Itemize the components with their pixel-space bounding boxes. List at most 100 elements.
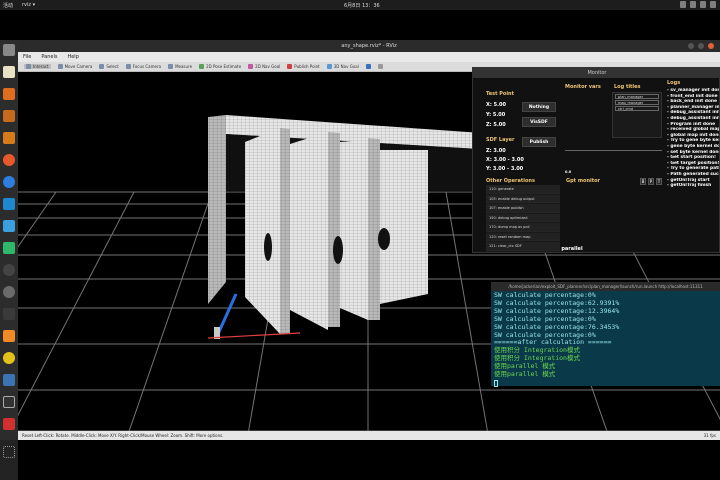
vscode-icon[interactable]: [3, 198, 15, 210]
logs-heading: Logs: [667, 80, 681, 86]
software-icon[interactable]: [3, 88, 15, 100]
log-title-item[interactable]: map_manager: [615, 100, 659, 105]
focus-camera-icon: [125, 64, 131, 69]
terminal-cursor: [494, 379, 498, 387]
log-line: - sv_manager init done: [667, 88, 719, 93]
power-icon[interactable]: [710, 1, 716, 8]
minimize-button[interactable]: [688, 43, 694, 49]
logs-list: - sv_manager init done - front_end init …: [667, 88, 719, 189]
test-point-y: Y: 5.00: [486, 112, 506, 118]
log-line: - received global map: [667, 127, 719, 133]
log-line: - getOnlTraj finish: [667, 183, 712, 189]
gpm-button-p[interactable]: P: [648, 178, 654, 185]
dock: [0, 40, 18, 440]
notes-icon[interactable]: [3, 66, 15, 78]
system-tray[interactable]: [680, 1, 716, 8]
battery-icon[interactable]: [700, 1, 706, 8]
firefox-icon[interactable]: [3, 154, 15, 166]
list-item[interactable]: 110: generate: [486, 185, 560, 194]
monitor-titlebar[interactable]: Monitor: [473, 68, 720, 78]
volume-icon[interactable]: [690, 1, 696, 8]
gpt-monitor-heading: Gpt monitor: [566, 178, 601, 184]
remote-desktop-icon[interactable]: [3, 220, 15, 232]
plus-icon: [365, 64, 371, 69]
terminal-window[interactable]: /home/jackerian/exploit_SDF_planner/src/…: [491, 282, 720, 387]
app-menu[interactable]: rviz ▾: [22, 2, 35, 8]
list-item[interactable]: 150: debug optimized: [486, 213, 560, 222]
move-camera-icon: [57, 64, 63, 69]
dock-bottom: [0, 440, 18, 480]
rviz-icon[interactable]: [3, 396, 15, 408]
log-line: - gene byte kernel done: [667, 143, 719, 149]
show-apps-icon[interactable]: [3, 446, 15, 458]
3d-nav-goal-icon: [326, 64, 332, 69]
tool-remove[interactable]: [377, 64, 383, 69]
nothing-button[interactable]: Nothing: [522, 102, 556, 112]
activities-button[interactable]: 活动: [3, 2, 13, 9]
app-icon-red[interactable]: [3, 418, 15, 430]
gpm-button-t[interactable]: T: [656, 178, 662, 185]
list-item[interactable]: 120: reset random map: [486, 232, 560, 241]
chrome-icon[interactable]: [3, 176, 15, 188]
nav-goal-icon: [248, 64, 254, 69]
tool-add[interactable]: [365, 64, 371, 69]
archive-icon[interactable]: [3, 110, 15, 122]
settings-icon[interactable]: [3, 286, 15, 298]
fps-counter: 31 fps: [703, 433, 716, 438]
terminal-titlebar[interactable]: /home/jackerian/exploit_SDF_planner/src/…: [491, 282, 720, 291]
parallel-tab[interactable]: parallel: [472, 246, 672, 255]
tool-publish-point[interactable]: Publish Point: [287, 64, 320, 69]
top-panel: 活动 rviz ▾ 6月8日 13：36: [0, 0, 720, 10]
menu-file[interactable]: File: [23, 54, 31, 60]
measure-icon: [168, 64, 174, 69]
tool-3d-nav-goal[interactable]: 3D Nav Goal: [326, 64, 359, 69]
log-titles-list[interactable]: plan_manager map_manager ctrl_cmd: [612, 92, 662, 138]
list-item[interactable]: 107: enable publish: [486, 204, 560, 213]
python-icon[interactable]: [3, 374, 15, 386]
tool-select[interactable]: Select: [99, 64, 119, 69]
music-icon[interactable]: [3, 132, 15, 144]
window-title: any_shape.rviz* - RViz: [341, 43, 397, 49]
vissdf-button[interactable]: VisSDF: [522, 117, 556, 127]
other-operations-list[interactable]: 110: generate 105: enable debug output 1…: [486, 185, 560, 252]
log-line: - debug_assistant init: [667, 115, 719, 121]
menubar: File Panels Help: [18, 52, 720, 62]
terminal-icon[interactable]: [3, 308, 15, 320]
sdf-z: Z: 3.00: [486, 148, 506, 154]
close-button[interactable]: [708, 43, 714, 49]
pycharm-icon[interactable]: [3, 242, 15, 254]
gpm-button-b[interactable]: B: [640, 178, 646, 185]
tool-2d-pose-estimate[interactable]: 2D Pose Estimate: [199, 64, 241, 69]
test-point-z: Z: 5.00: [486, 122, 506, 128]
obs-icon[interactable]: [3, 264, 15, 276]
tool-move-camera[interactable]: Move Camera: [57, 64, 92, 69]
tool-measure[interactable]: Measure: [168, 64, 192, 69]
maximize-button[interactable]: [698, 43, 704, 49]
gpt-slider-track[interactable]: [565, 150, 662, 151]
gpt-value: 0.0: [565, 170, 572, 174]
network-icon[interactable]: [680, 1, 686, 8]
tool-2d-nav-goal[interactable]: 2D Nav Goal: [248, 64, 280, 69]
tool-interact[interactable]: Interact: [24, 64, 51, 69]
app-icon-orange[interactable]: [3, 330, 15, 342]
terminal-line: 使用parallel 模式: [494, 370, 556, 379]
clock[interactable]: 6月8日 13：36: [344, 2, 380, 9]
app-icon-yellow[interactable]: [3, 352, 15, 364]
files-icon[interactable]: [3, 44, 15, 56]
rviz-titlebar[interactable]: any_shape.rviz* - RViz: [18, 40, 720, 52]
log-title-item[interactable]: plan_manager: [615, 94, 659, 99]
log-title-item[interactable]: ctrl_cmd: [615, 106, 659, 111]
pose-estimate-icon: [199, 64, 205, 69]
menu-help[interactable]: Help: [67, 54, 78, 60]
sdf-y-range: Y: 3.00 - 3.00: [486, 166, 524, 172]
select-icon: [99, 64, 105, 69]
sdf-layer-heading: SDF Layer: [486, 137, 515, 143]
publish-button[interactable]: Publish: [522, 137, 556, 147]
test-point-x: X: 5.00: [486, 102, 506, 108]
tool-focus-camera[interactable]: Focus Camera: [125, 64, 161, 69]
menu-panels[interactable]: Panels: [41, 54, 57, 60]
list-item[interactable]: 170: dump map as pcd: [486, 223, 560, 232]
minus-icon: [377, 64, 383, 69]
list-item[interactable]: 105: enable debug output: [486, 194, 560, 203]
log-titles-heading: Log titles: [614, 84, 641, 90]
